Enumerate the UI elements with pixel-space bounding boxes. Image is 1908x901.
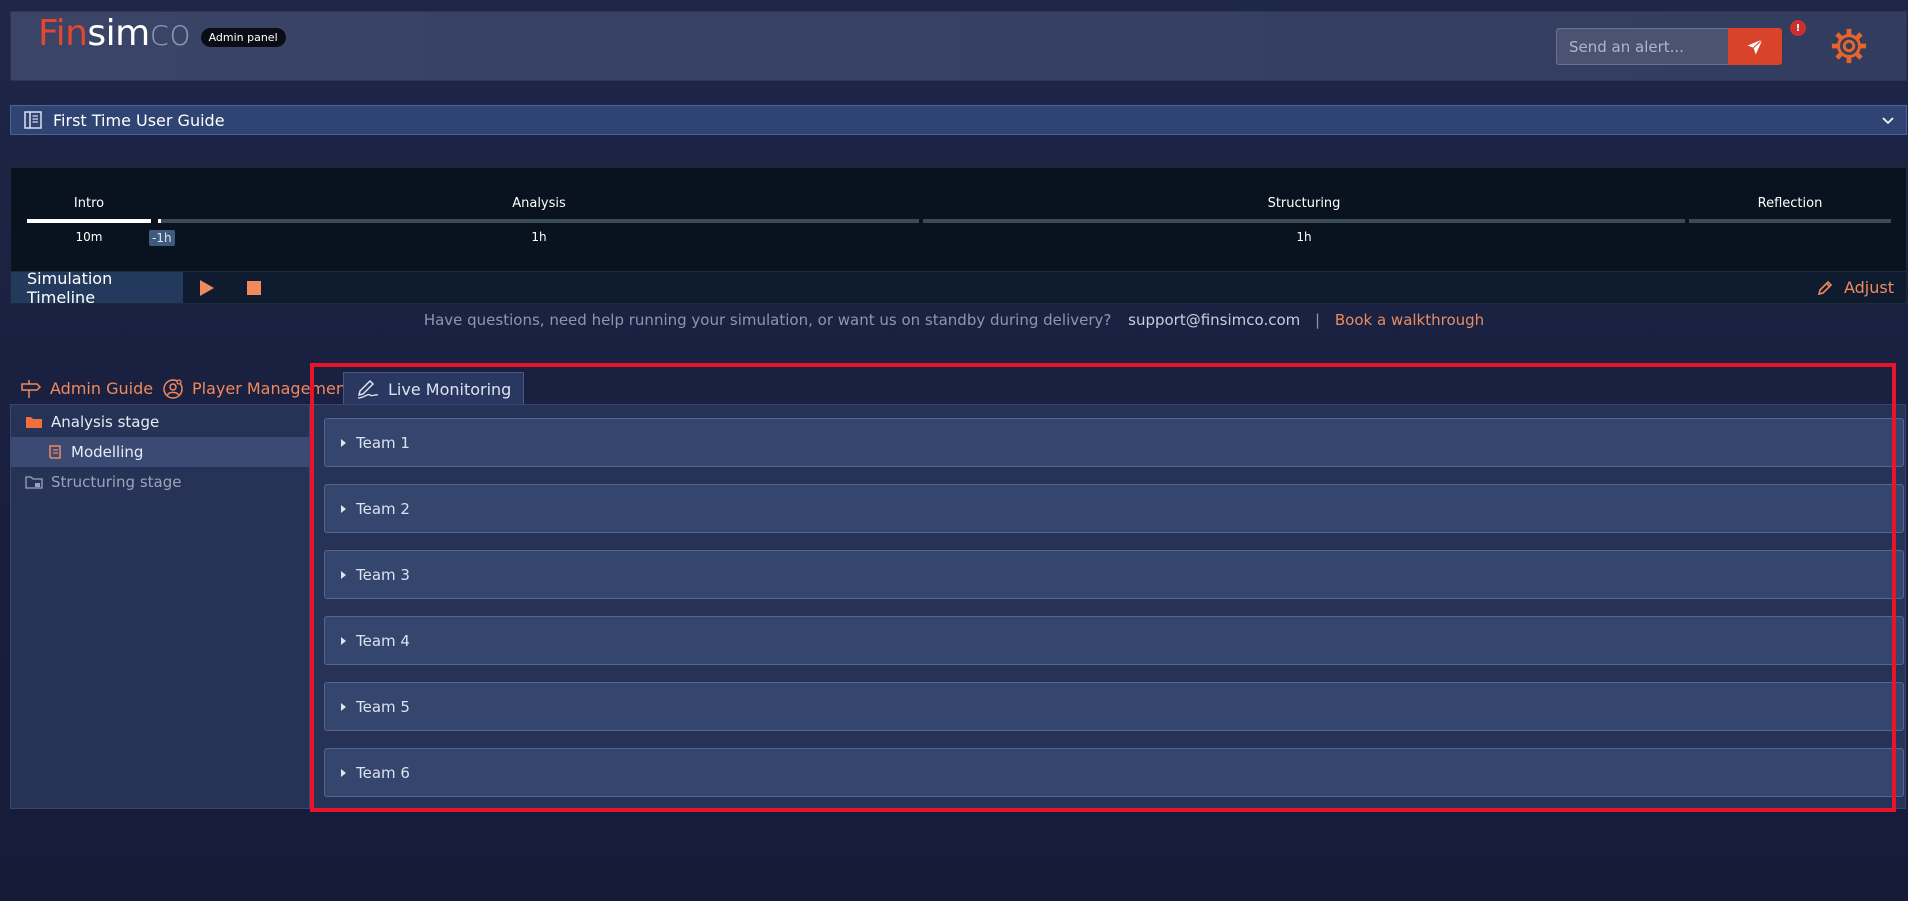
support-line: Have questions, need help running your s… xyxy=(0,311,1908,329)
phase-label-reflection: Reflection xyxy=(1757,196,1823,211)
signpost-icon xyxy=(21,379,42,398)
chevron-down-icon xyxy=(1882,117,1894,125)
tab-admin-guide-label: Admin Guide xyxy=(50,379,154,398)
signature-pen-icon xyxy=(357,379,379,399)
adjust-timeline-button[interactable]: Adjust xyxy=(1816,278,1894,297)
admin-panel-badge: Admin panel xyxy=(200,27,286,47)
support-email-link[interactable]: support@finsimco.com xyxy=(1128,311,1300,329)
paper-plane-icon xyxy=(1747,38,1763,54)
send-alert-input[interactable] xyxy=(1556,28,1729,65)
tab-live-monitoring-label: Live Monitoring xyxy=(388,379,512,399)
phase-bar-reflection xyxy=(1689,219,1891,223)
team-row-2[interactable]: Team 2 xyxy=(324,484,1904,533)
caret-right-icon xyxy=(341,438,346,447)
tree-item-label: Structuring stage xyxy=(51,473,182,491)
team-name: Team 5 xyxy=(356,697,410,716)
support-separator: | xyxy=(1315,311,1321,329)
timeline-label: Simulation Timeline xyxy=(11,269,183,307)
team-row-5[interactable]: Team 5 xyxy=(324,682,1904,731)
phase-bar-structuring xyxy=(923,219,1685,223)
caret-right-icon xyxy=(341,636,346,645)
caret-right-icon xyxy=(341,570,346,579)
tree-item-analysis-stage[interactable]: Analysis stage xyxy=(11,407,309,437)
support-question: Have questions, need help running your s… xyxy=(423,311,1112,329)
send-alert-button[interactable] xyxy=(1728,28,1782,65)
play-icon[interactable] xyxy=(199,279,215,297)
phase-bar-intro xyxy=(27,219,151,223)
team-name: Team 2 xyxy=(356,499,410,518)
phase-label-intro: Intro xyxy=(73,196,105,211)
team-name: Team 6 xyxy=(356,763,410,782)
timeline-controls: Simulation Timeline Adjust xyxy=(10,269,1907,307)
caret-right-icon xyxy=(341,702,346,711)
folder-open-icon xyxy=(26,417,42,428)
tab-player-management[interactable]: Player Management xyxy=(162,372,352,405)
guide-panel-icon xyxy=(24,111,42,129)
phase-duration-structuring: 1h xyxy=(1296,230,1312,244)
team-row-1[interactable]: Team 1 xyxy=(324,418,1904,467)
tab-live-monitoring[interactable]: Live Monitoring xyxy=(343,372,525,405)
finsimco-logo[interactable]: Finsimco Admin panel xyxy=(38,16,286,52)
tree-item-label: Analysis stage xyxy=(51,413,160,431)
user-settings-icon xyxy=(163,378,183,399)
tree-item-structuring-stage[interactable]: Structuring stage xyxy=(11,467,309,497)
logo-text: Finsimco xyxy=(38,13,191,54)
caret-right-icon xyxy=(341,768,346,777)
folder-locked-icon xyxy=(25,476,43,489)
pencil-icon xyxy=(1817,280,1833,295)
tree-item-modelling[interactable]: Modelling xyxy=(11,437,309,467)
phase-label-analysis: Analysis xyxy=(512,196,566,211)
live-monitoring-panel: Team 1 Team 2 Team 3 Team 4 Team 5 Team … xyxy=(310,404,1906,809)
team-name: Team 4 xyxy=(356,631,410,650)
caret-right-icon xyxy=(341,504,346,513)
phase-duration-intro: 10m xyxy=(75,230,103,244)
scroll-icon xyxy=(49,445,61,459)
team-name: Team 1 xyxy=(356,433,410,452)
book-walkthrough-link[interactable]: Book a walkthrough xyxy=(1335,311,1484,329)
phase-label-structuring: Structuring xyxy=(1267,196,1341,211)
notification-badge[interactable]: ! xyxy=(1790,20,1806,36)
team-row-4[interactable]: Team 4 xyxy=(324,616,1904,665)
team-row-6[interactable]: Team 6 xyxy=(324,748,1904,797)
gear-icon[interactable] xyxy=(1830,27,1868,65)
team-row-3[interactable]: Team 3 xyxy=(324,550,1904,599)
simulation-timeline: Intro 10m -1h Analysis 1h Structuring 1h… xyxy=(10,167,1907,272)
guide-title: First Time User Guide xyxy=(53,110,225,130)
adjust-label: Adjust xyxy=(1843,278,1894,297)
team-name: Team 3 xyxy=(356,565,410,584)
first-time-user-guide-toggle[interactable]: First Time User Guide xyxy=(10,105,1907,135)
stop-icon[interactable] xyxy=(247,281,261,295)
phase-duration-analysis: 1h xyxy=(531,230,547,244)
tab-player-management-label: Player Management xyxy=(192,379,353,398)
stage-tree: Analysis stage Modelling Structuring sta… xyxy=(10,404,310,809)
tree-item-label: Modelling xyxy=(71,443,144,461)
tab-admin-guide[interactable]: Admin Guide xyxy=(20,372,153,405)
phase-bar-analysis xyxy=(161,219,919,223)
